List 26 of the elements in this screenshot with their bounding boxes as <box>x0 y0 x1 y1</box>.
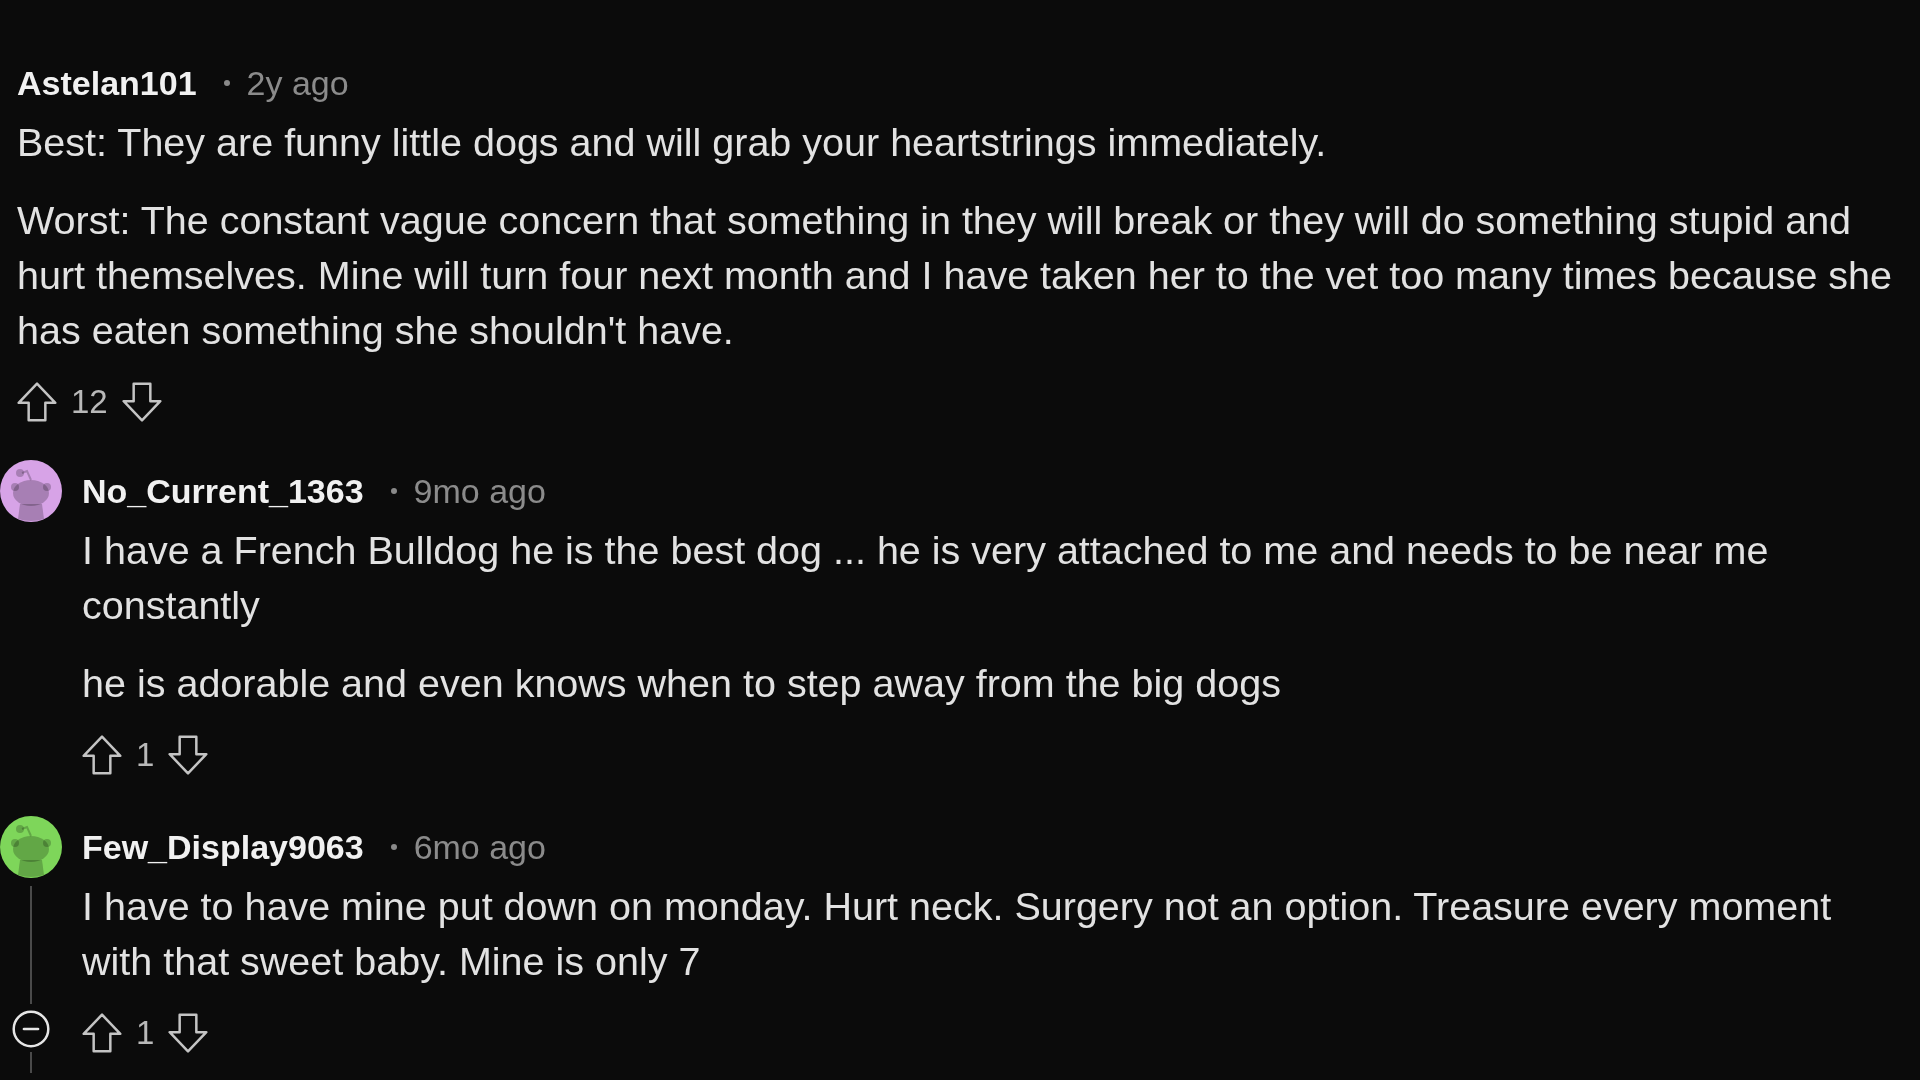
vote-count: 12 <box>71 383 108 421</box>
down-arrow-icon[interactable] <box>168 1013 209 1053</box>
comment-text: I have to have mine put down on monday. Hurt neck. Surgery not an option. Treasure every moment with that sweet baby. Mine is only 7 <box>82 883 1833 985</box>
separator-dot-icon <box>390 844 397 850</box>
avatar-icon[interactable] <box>0 816 62 878</box>
comment-text: he is adorable and even knows when to step away from the big dogs <box>82 660 1282 707</box>
down-arrow-icon[interactable] <box>121 382 162 422</box>
timestamp: 2y ago <box>246 63 349 103</box>
timestamp: 6mo ago <box>413 827 546 867</box>
comment-text: Worst: The constant vague concern that something in they will break or they will do something stupid and hurt themselves. Mine will turn four next month and I have taken her to the vet too many times because she has eaten something she shouldn't have. <box>17 197 1894 354</box>
avatar-icon[interactable] <box>0 460 62 522</box>
comment-text: I have a French Bulldog he is the best dog ... he is very attached to me and needs to be near me constantly <box>82 527 1770 629</box>
vote-count: 1 <box>136 1014 155 1052</box>
username[interactable]: Astelan101 <box>17 63 197 103</box>
username[interactable]: No_Current_1363 <box>82 471 364 511</box>
comment-text: Best: They are funny little dogs and will grab your heartstrings immediately. <box>17 119 1328 166</box>
separator-dot-icon <box>390 488 397 494</box>
up-arrow-icon[interactable] <box>17 382 57 422</box>
timestamp: 9mo ago <box>413 471 546 511</box>
down-arrow-icon[interactable] <box>168 735 209 775</box>
up-arrow-icon[interactable] <box>82 1013 122 1053</box>
vote-count: 1 <box>136 736 155 774</box>
username[interactable]: Few_Display9063 <box>82 827 364 867</box>
separator-dot-icon <box>223 80 230 86</box>
up-arrow-icon[interactable] <box>82 735 122 775</box>
minus-circle-icon[interactable] <box>12 1010 50 1048</box>
